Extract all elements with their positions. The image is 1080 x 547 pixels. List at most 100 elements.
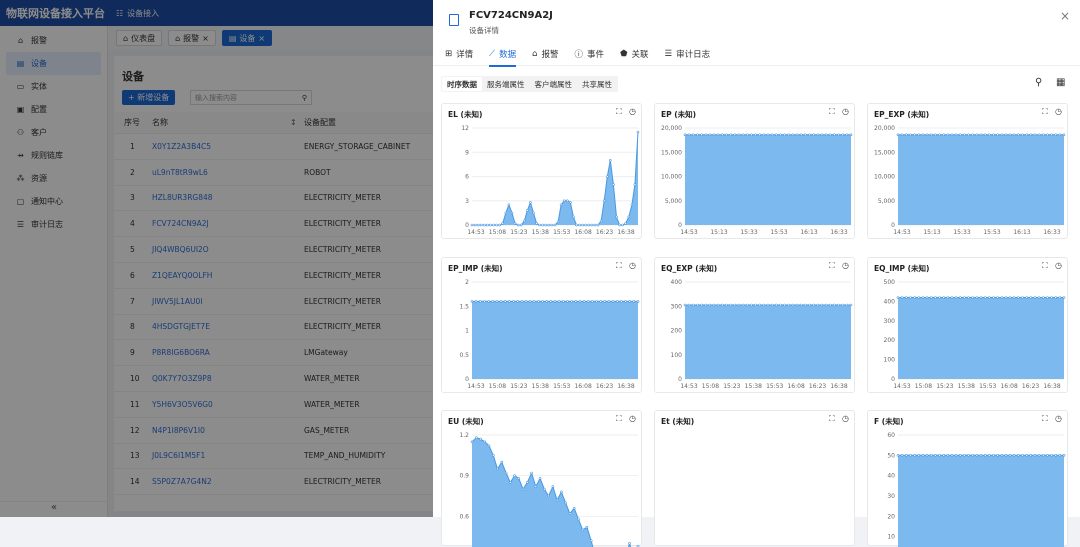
data-point[interactable] (896, 296, 900, 299)
data-point[interactable] (628, 542, 631, 545)
data-point[interactable] (762, 133, 766, 137)
data-point[interactable] (510, 211, 514, 215)
data-point[interactable] (491, 453, 495, 457)
data-point[interactable] (1054, 133, 1057, 137)
data-point[interactable] (942, 133, 945, 137)
data-point[interactable] (1037, 133, 1041, 137)
data-point[interactable] (606, 175, 609, 178)
data-point[interactable] (708, 133, 712, 137)
data-point[interactable] (983, 133, 987, 137)
data-point[interactable] (775, 303, 778, 307)
data-point[interactable] (1004, 453, 1008, 457)
data-point[interactable] (975, 133, 979, 137)
data-point[interactable] (812, 133, 815, 137)
data-point[interactable] (909, 296, 912, 299)
history-icon[interactable]: ◷ (1055, 414, 1062, 423)
data-point[interactable] (934, 296, 937, 299)
data-point[interactable] (1058, 453, 1062, 457)
data-point[interactable] (929, 453, 933, 457)
data-point[interactable] (971, 296, 974, 299)
data-point[interactable] (630, 203, 634, 207)
history-icon[interactable]: ◷ (1055, 261, 1062, 270)
data-point[interactable] (904, 296, 908, 299)
data-point[interactable] (950, 133, 954, 137)
data-point[interactable] (750, 303, 753, 307)
data-point[interactable] (804, 133, 807, 137)
data-point[interactable] (1000, 453, 1004, 457)
data-point[interactable] (841, 133, 844, 137)
data-point[interactable] (512, 300, 515, 303)
search-icon[interactable]: ⚲ (1035, 77, 1042, 88)
data-point[interactable] (741, 133, 745, 137)
data-point[interactable] (1037, 296, 1041, 299)
data-point[interactable] (470, 223, 474, 227)
data-point[interactable] (1025, 453, 1028, 457)
data-point[interactable] (519, 223, 523, 227)
data-point[interactable] (779, 133, 782, 137)
data-point[interactable] (566, 199, 569, 203)
data-point[interactable] (486, 223, 489, 227)
data-point[interactable] (581, 528, 584, 532)
data-point[interactable] (1021, 453, 1024, 457)
data-point[interactable] (489, 223, 492, 227)
data-point[interactable] (1012, 296, 1016, 299)
data-point[interactable] (572, 215, 575, 219)
data-point[interactable] (574, 300, 578, 303)
data-point[interactable] (547, 494, 550, 498)
data-point[interactable] (1042, 133, 1045, 137)
data-point[interactable] (729, 133, 732, 137)
data-point[interactable] (712, 133, 716, 137)
data-point[interactable] (492, 223, 495, 227)
data-point[interactable] (795, 133, 799, 137)
data-point[interactable] (504, 211, 508, 215)
data-point[interactable] (474, 300, 478, 303)
data-point[interactable] (1050, 296, 1053, 299)
data-point[interactable] (516, 223, 520, 227)
data-point[interactable] (770, 303, 774, 307)
data-point[interactable] (589, 539, 593, 542)
data-point[interactable] (1008, 296, 1012, 299)
data-point[interactable] (566, 300, 569, 303)
data-point[interactable] (979, 296, 983, 299)
history-icon[interactable]: ◷ (629, 261, 636, 270)
data-point[interactable] (799, 303, 803, 307)
data-point[interactable] (1021, 296, 1024, 299)
data-point[interactable] (470, 440, 474, 444)
data-point[interactable] (476, 223, 480, 227)
data-point[interactable] (812, 303, 815, 307)
data-point[interactable] (925, 296, 929, 299)
data-point[interactable] (921, 296, 925, 299)
data-point[interactable] (596, 223, 600, 227)
expand-icon[interactable]: ⛶ (616, 261, 622, 271)
data-point[interactable] (900, 133, 904, 137)
data-point[interactable] (577, 517, 580, 521)
data-point[interactable] (513, 222, 517, 225)
data-point[interactable] (896, 453, 900, 457)
data-point[interactable] (795, 303, 799, 307)
data-point[interactable] (733, 133, 737, 137)
sub-tab-2[interactable]: 客户端属性 (530, 77, 578, 91)
data-point[interactable] (921, 133, 925, 137)
data-point[interactable] (979, 453, 983, 457)
data-point[interactable] (791, 133, 795, 137)
data-point[interactable] (913, 133, 916, 137)
data-point[interactable] (1012, 453, 1016, 457)
data-point[interactable] (967, 296, 970, 299)
drawer-tab-5[interactable]: ☰ 审计日志 (656, 42, 718, 66)
drawer-tab-0[interactable]: ⊞ 详情 (437, 42, 481, 66)
data-point[interactable] (544, 223, 548, 227)
data-point[interactable] (779, 303, 782, 307)
data-point[interactable] (1033, 133, 1037, 137)
data-point[interactable] (593, 223, 597, 227)
data-point[interactable] (496, 467, 499, 471)
data-point[interactable] (521, 487, 525, 491)
data-point[interactable] (975, 296, 979, 299)
data-point[interactable] (992, 296, 995, 299)
data-point[interactable] (746, 303, 749, 307)
data-point[interactable] (721, 133, 724, 137)
data-point[interactable] (1062, 133, 1066, 137)
data-point[interactable] (532, 211, 535, 215)
data-point[interactable] (996, 453, 999, 457)
data-point[interactable] (833, 303, 836, 307)
data-point[interactable] (1000, 133, 1004, 137)
